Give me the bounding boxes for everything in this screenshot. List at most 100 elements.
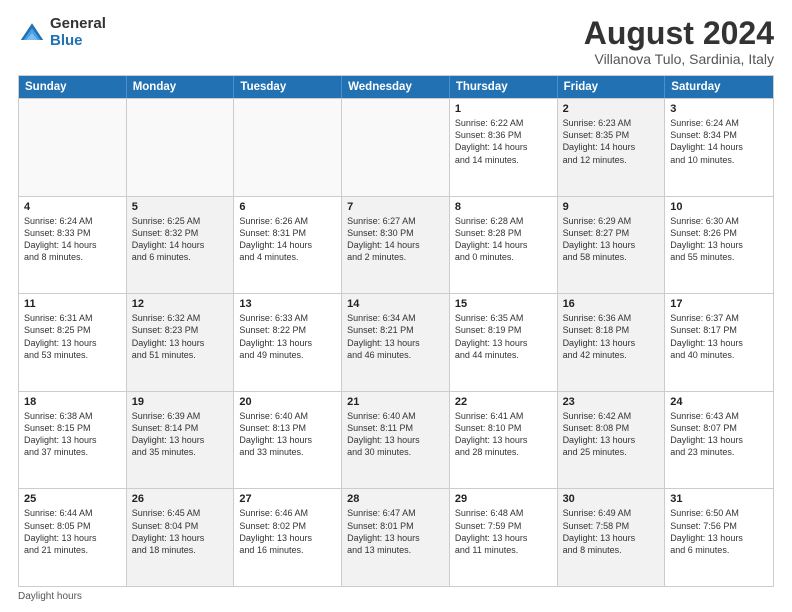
cell-detail: Sunrise: 6:41 AM Sunset: 8:10 PM Dayligh… <box>455 410 552 459</box>
page: General Blue August 2024 Villanova Tulo,… <box>0 0 792 612</box>
day-of-week-monday: Monday <box>127 76 235 98</box>
day-of-week-thursday: Thursday <box>450 76 558 98</box>
cell-detail: Sunrise: 6:40 AM Sunset: 8:13 PM Dayligh… <box>239 410 336 459</box>
calendar-cell-15: 15 Sunrise: 6:35 AM Sunset: 8:19 PM Dayli… <box>450 294 558 391</box>
cell-detail: Sunrise: 6:43 AM Sunset: 8:07 PM Dayligh… <box>670 410 768 459</box>
cell-detail: Sunrise: 6:28 AM Sunset: 8:28 PM Dayligh… <box>455 215 552 264</box>
cell-detail: Sunrise: 6:32 AM Sunset: 8:23 PM Dayligh… <box>132 312 229 361</box>
calendar-cell-23: 23Sunrise: 6:42 AM Sunset: 8:08 PM Dayli… <box>558 392 666 489</box>
location: Villanova Tulo, Sardinia, Italy <box>584 51 774 67</box>
calendar-cell-27: 27 Sunrise: 6:46 AM Sunset: 8:02 PM Dayli… <box>234 489 342 586</box>
logo-blue: Blue <box>50 33 106 50</box>
cell-detail: Sunrise: 6:34 AM Sunset: 8:21 PM Dayligh… <box>347 312 444 361</box>
calendar-row-5: 25 Sunrise: 6:44 AM Sunset: 8:05 PM Dayli… <box>19 488 773 586</box>
calendar-cell-14: 14Sunrise: 6:34 AM Sunset: 8:21 PM Dayli… <box>342 294 450 391</box>
day-of-week-tuesday: Tuesday <box>234 76 342 98</box>
cell-detail: Sunrise: 6:40 AM Sunset: 8:11 PM Dayligh… <box>347 410 444 459</box>
calendar-cell-19: 19 Sunrise: 6:39 AM Sunset: 8:14 PM Dayli… <box>127 392 235 489</box>
cell-detail: Sunrise: 6:29 AM Sunset: 8:27 PM Dayligh… <box>563 215 660 264</box>
cell-detail: Sunrise: 6:27 AM Sunset: 8:30 PM Dayligh… <box>347 215 444 264</box>
title-block: August 2024 Villanova Tulo, Sardinia, It… <box>584 16 774 67</box>
calendar-cell-5: 5 Sunrise: 6:25 AM Sunset: 8:32 PM Daylig… <box>127 197 235 294</box>
cell-detail: Sunrise: 6:22 AM Sunset: 8:36 PM Dayligh… <box>455 117 552 166</box>
calendar: SundayMondayTuesdayWednesdayThursdayFrid… <box>18 75 774 587</box>
calendar-cell-31: 31 Sunrise: 6:50 AM Sunset: 7:56 PM Dayli… <box>665 489 773 586</box>
calendar-cell-21: 21 Sunrise: 6:40 AM Sunset: 8:11 PM Dayli… <box>342 392 450 489</box>
day-number: 19 <box>132 396 229 408</box>
day-number: 12 <box>132 298 229 310</box>
logo-icon <box>18 19 46 47</box>
day-number: 13 <box>239 298 336 310</box>
calendar-cell-4: 4 Sunrise: 6:24 AM Sunset: 8:33 PM Daylig… <box>19 197 127 294</box>
calendar-cell-3: 3 Sunrise: 6:24 AM Sunset: 8:34 PM Daylig… <box>665 99 773 196</box>
day-number: 15 <box>455 298 552 310</box>
day-of-week-wednesday: Wednesday <box>342 76 450 98</box>
day-number: 11 <box>24 298 121 310</box>
cell-detail: Sunrise: 6:48 AM Sunset: 7:59 PM Dayligh… <box>455 507 552 556</box>
day-number: 17 <box>670 298 768 310</box>
calendar-cell-empty-0-3 <box>342 99 450 196</box>
calendar-cell-9: 9 Sunrise: 6:29 AM Sunset: 8:27 PM Daylig… <box>558 197 666 294</box>
day-number: 20 <box>239 396 336 408</box>
cell-detail: Sunrise: 6:49 AM Sunset: 7:58 PM Dayligh… <box>563 507 660 556</box>
cell-detail: Sunrise: 6:35 AM Sunset: 8:19 PM Dayligh… <box>455 312 552 361</box>
day-of-week-saturday: Saturday <box>665 76 773 98</box>
calendar-cell-empty-0-2 <box>234 99 342 196</box>
cell-detail: Sunrise: 6:50 AM Sunset: 7:56 PM Dayligh… <box>670 507 768 556</box>
day-number: 31 <box>670 493 768 505</box>
calendar-row-1: 1 Sunrise: 6:22 AM Sunset: 8:36 PM Daylig… <box>19 98 773 196</box>
day-number: 5 <box>132 201 229 213</box>
calendar-cell-29: 29Sunrise: 6:48 AM Sunset: 7:59 PM Dayli… <box>450 489 558 586</box>
calendar-cell-7: 7 Sunrise: 6:27 AM Sunset: 8:30 PM Daylig… <box>342 197 450 294</box>
cell-detail: Sunrise: 6:25 AM Sunset: 8:32 PM Dayligh… <box>132 215 229 264</box>
day-number: 24 <box>670 396 768 408</box>
calendar-cell-28: 28Sunrise: 6:47 AM Sunset: 8:01 PM Dayli… <box>342 489 450 586</box>
calendar-cell-18: 18Sunrise: 6:38 AM Sunset: 8:15 PM Dayli… <box>19 392 127 489</box>
calendar-cell-13: 13Sunrise: 6:33 AM Sunset: 8:22 PM Dayli… <box>234 294 342 391</box>
day-number: 25 <box>24 493 121 505</box>
calendar-cell-26: 26 Sunrise: 6:45 AM Sunset: 8:04 PM Dayli… <box>127 489 235 586</box>
calendar-cell-16: 16 Sunrise: 6:36 AM Sunset: 8:18 PM Dayli… <box>558 294 666 391</box>
day-number: 9 <box>563 201 660 213</box>
day-number: 26 <box>132 493 229 505</box>
cell-detail: Sunrise: 6:46 AM Sunset: 8:02 PM Dayligh… <box>239 507 336 556</box>
cell-detail: Sunrise: 6:24 AM Sunset: 8:34 PM Dayligh… <box>670 117 768 166</box>
calendar-cell-empty-0-1 <box>127 99 235 196</box>
day-number: 21 <box>347 396 444 408</box>
day-number: 1 <box>455 103 552 115</box>
calendar-cell-11: 11Sunrise: 6:31 AM Sunset: 8:25 PM Dayli… <box>19 294 127 391</box>
cell-detail: Sunrise: 6:23 AM Sunset: 8:35 PM Dayligh… <box>563 117 660 166</box>
day-number: 27 <box>239 493 336 505</box>
day-number: 7 <box>347 201 444 213</box>
cell-detail: Sunrise: 6:38 AM Sunset: 8:15 PM Dayligh… <box>24 410 121 459</box>
day-number: 6 <box>239 201 336 213</box>
day-of-week-friday: Friday <box>558 76 666 98</box>
calendar-cell-30: 30Sunrise: 6:49 AM Sunset: 7:58 PM Dayli… <box>558 489 666 586</box>
calendar-cell-20: 20 Sunrise: 6:40 AM Sunset: 8:13 PM Dayli… <box>234 392 342 489</box>
calendar-cell-22: 22 Sunrise: 6:41 AM Sunset: 8:10 PM Dayli… <box>450 392 558 489</box>
day-number: 22 <box>455 396 552 408</box>
day-number: 2 <box>563 103 660 115</box>
calendar-cell-empty-0-0 <box>19 99 127 196</box>
calendar-cell-17: 17Sunrise: 6:37 AM Sunset: 8:17 PM Dayli… <box>665 294 773 391</box>
cell-detail: Sunrise: 6:30 AM Sunset: 8:26 PM Dayligh… <box>670 215 768 264</box>
logo-text: General Blue <box>50 16 106 49</box>
cell-detail: Sunrise: 6:45 AM Sunset: 8:04 PM Dayligh… <box>132 507 229 556</box>
calendar-cell-6: 6 Sunrise: 6:26 AM Sunset: 8:31 PM Daylig… <box>234 197 342 294</box>
cell-detail: Sunrise: 6:44 AM Sunset: 8:05 PM Dayligh… <box>24 507 121 556</box>
day-number: 3 <box>670 103 768 115</box>
calendar-body: 1 Sunrise: 6:22 AM Sunset: 8:36 PM Daylig… <box>19 98 773 586</box>
cell-detail: Sunrise: 6:39 AM Sunset: 8:14 PM Dayligh… <box>132 410 229 459</box>
day-number: 4 <box>24 201 121 213</box>
calendar-header: SundayMondayTuesdayWednesdayThursdayFrid… <box>19 76 773 98</box>
cell-detail: Sunrise: 6:24 AM Sunset: 8:33 PM Dayligh… <box>24 215 121 264</box>
calendar-row-3: 11Sunrise: 6:31 AM Sunset: 8:25 PM Dayli… <box>19 293 773 391</box>
calendar-cell-1: 1 Sunrise: 6:22 AM Sunset: 8:36 PM Daylig… <box>450 99 558 196</box>
logo-general: General <box>50 16 106 33</box>
day-of-week-sunday: Sunday <box>19 76 127 98</box>
cell-detail: Sunrise: 6:26 AM Sunset: 8:31 PM Dayligh… <box>239 215 336 264</box>
day-number: 10 <box>670 201 768 213</box>
cell-detail: Sunrise: 6:36 AM Sunset: 8:18 PM Dayligh… <box>563 312 660 361</box>
day-number: 16 <box>563 298 660 310</box>
calendar-row-2: 4 Sunrise: 6:24 AM Sunset: 8:33 PM Daylig… <box>19 196 773 294</box>
